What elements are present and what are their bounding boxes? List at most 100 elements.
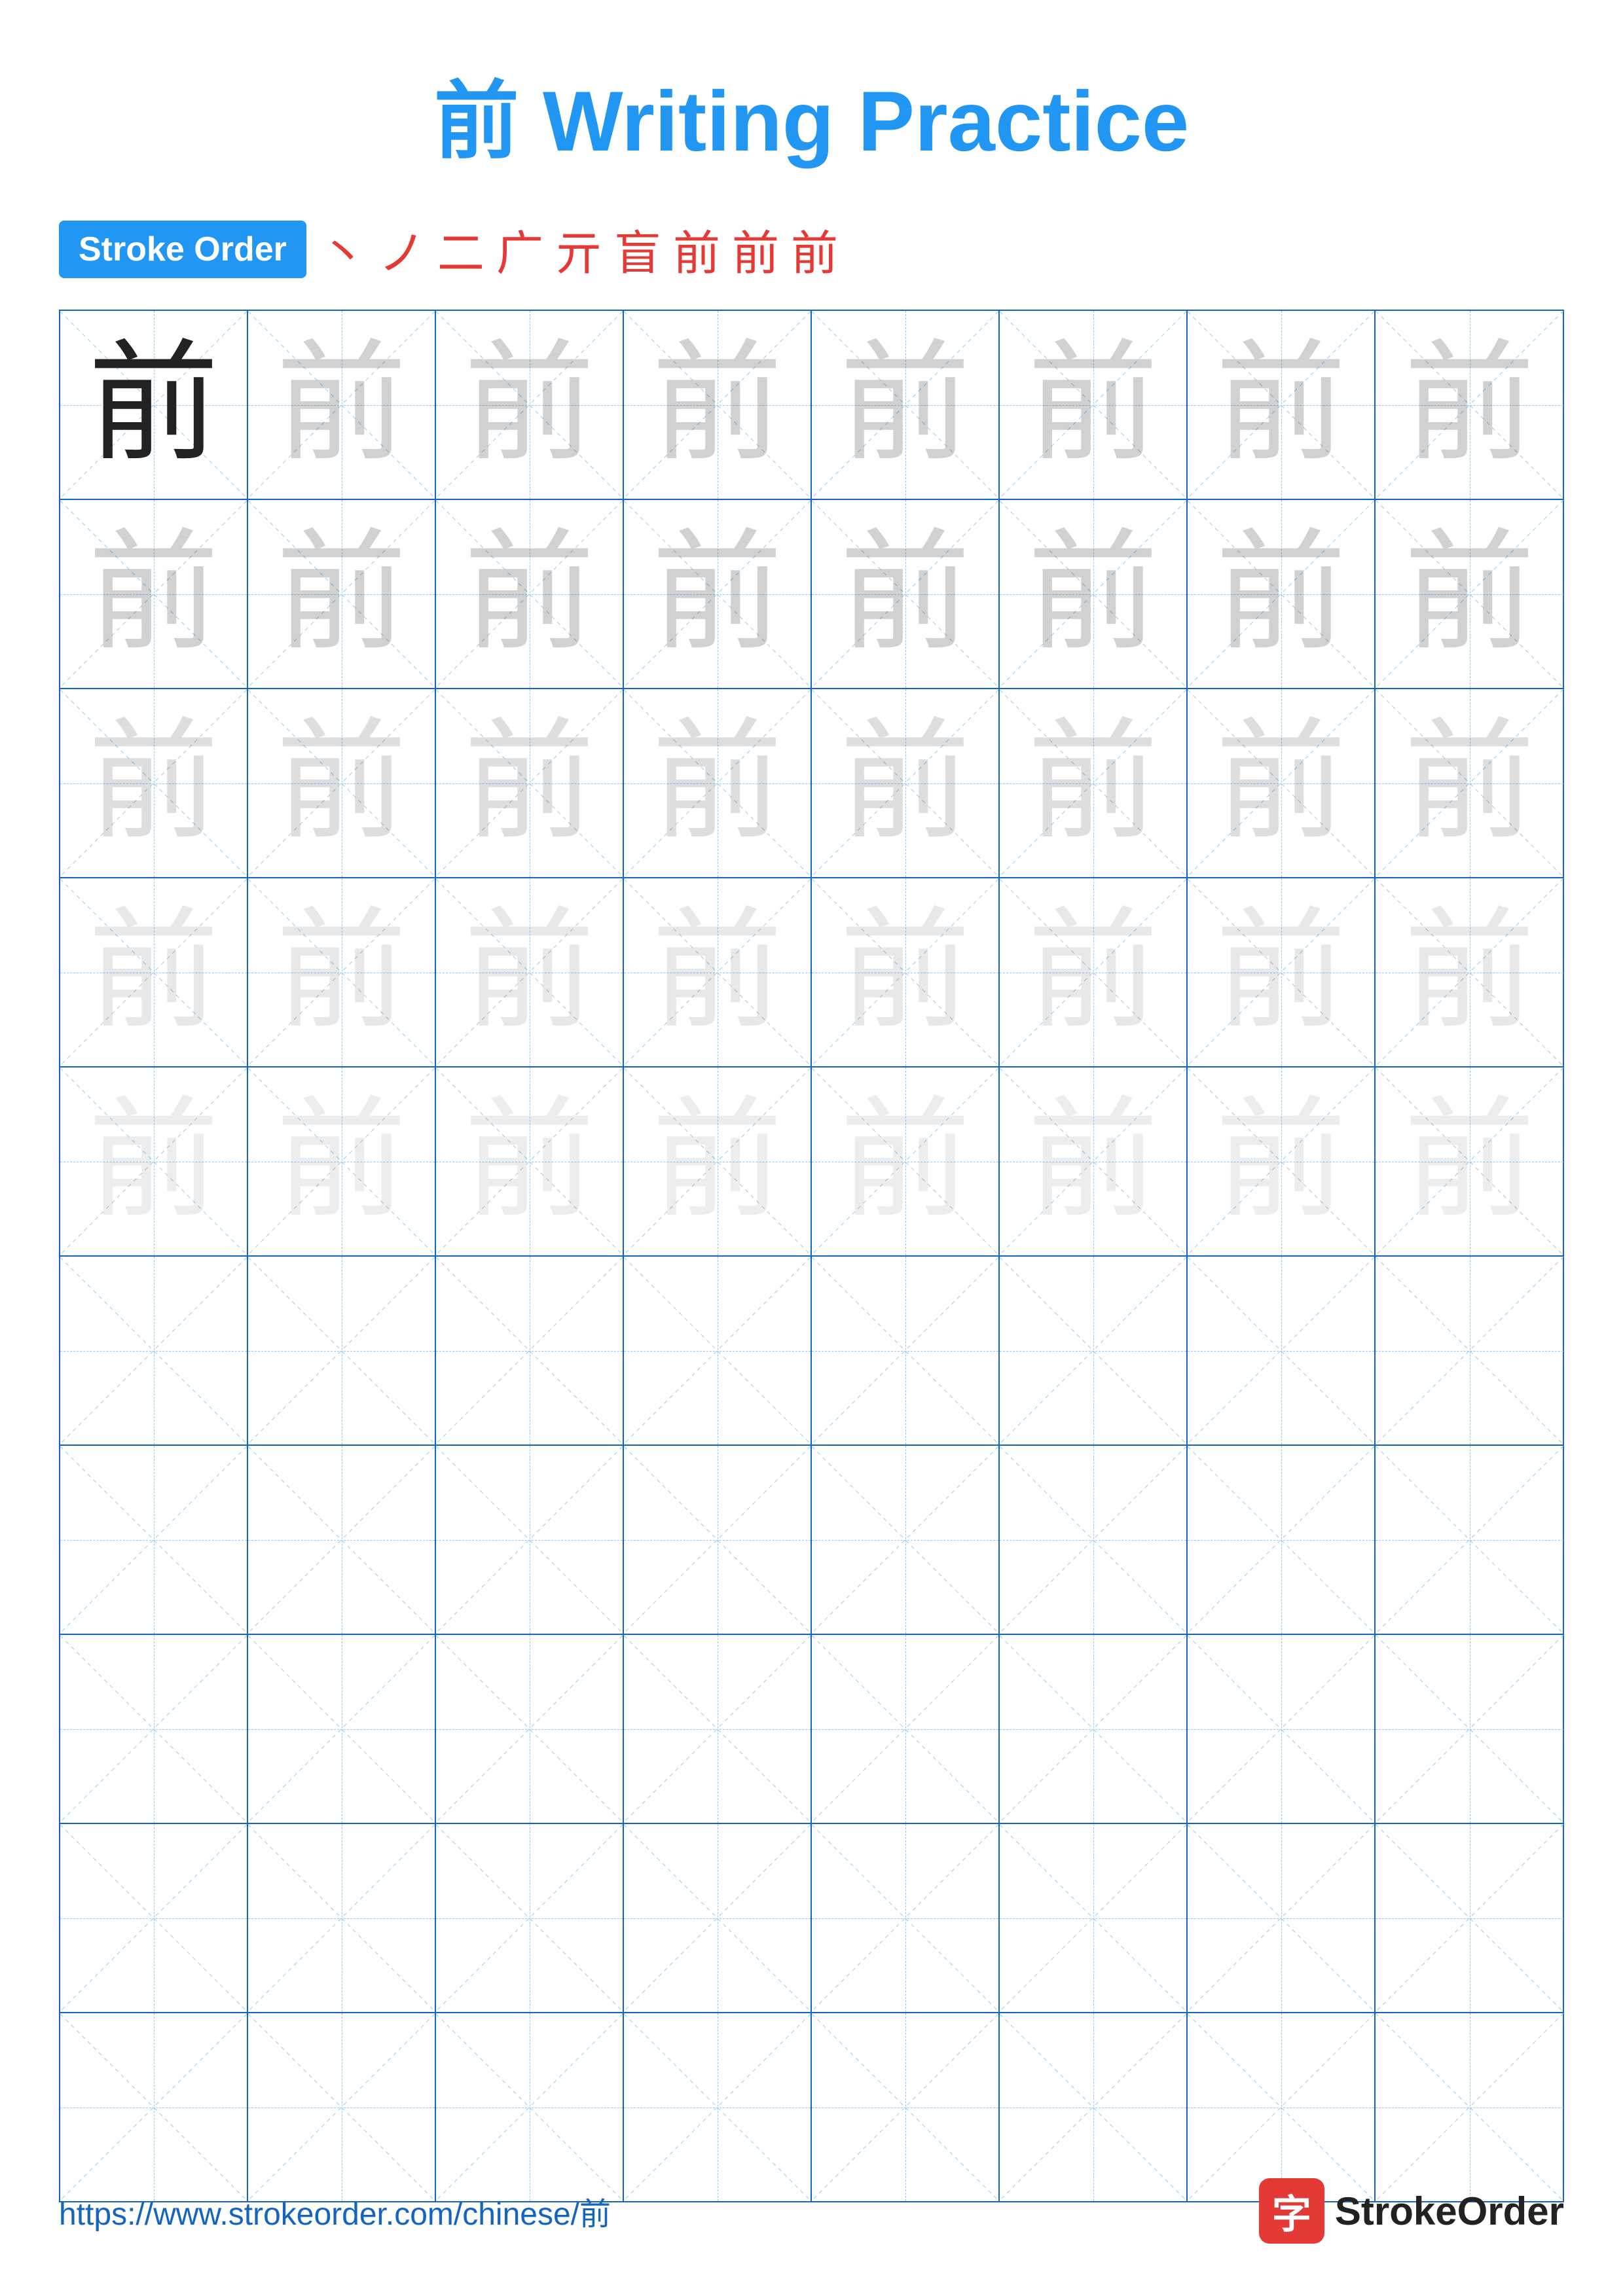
grid-cell[interactable]: [624, 1635, 812, 1823]
grid-cell[interactable]: [1000, 1635, 1188, 1823]
grid-cell[interactable]: 前: [1376, 1067, 1563, 1255]
grid-cell[interactable]: [812, 1446, 1000, 1634]
grid-cell[interactable]: 前: [812, 311, 1000, 499]
grid-cell[interactable]: 前: [436, 500, 624, 688]
grid-cell[interactable]: [624, 1257, 812, 1444]
grid-cell[interactable]: [1188, 1824, 1376, 2012]
grid-cell[interactable]: [248, 2013, 436, 2201]
grid-cell[interactable]: [1000, 1446, 1188, 1634]
grid-cell[interactable]: 前: [624, 689, 812, 877]
grid-row: [60, 2013, 1563, 2201]
grid-cell[interactable]: 前: [1376, 311, 1563, 499]
grid-cell[interactable]: 前: [436, 878, 624, 1066]
grid-cell[interactable]: [1000, 1257, 1188, 1444]
grid-cell[interactable]: 前: [248, 311, 436, 499]
grid-cell[interactable]: [1000, 2013, 1188, 2201]
grid-cell[interactable]: [1000, 1824, 1188, 2012]
grid-cell[interactable]: 前: [436, 311, 624, 499]
grid-row: 前 前 前 前 前 前 前 前: [60, 878, 1563, 1067]
grid-cell[interactable]: [812, 1824, 1000, 2012]
footer-logo: 字 StrokeOrder: [1259, 2178, 1564, 2244]
grid-cell[interactable]: [1188, 1257, 1376, 1444]
grid-cell[interactable]: 前: [624, 878, 812, 1066]
grid-cell[interactable]: 前: [812, 1067, 1000, 1255]
stroke-step-3: 二: [437, 215, 484, 283]
grid-cell[interactable]: 前: [436, 689, 624, 877]
grid-cell[interactable]: 前: [812, 500, 1000, 688]
grid-cell[interactable]: 前: [624, 311, 812, 499]
grid-cell[interactable]: [248, 1635, 436, 1823]
grid-row: 前 前 前 前 前 前 前 前: [60, 500, 1563, 689]
grid-row: 前 前 前 前 前 前 前 前: [60, 689, 1563, 878]
grid-cell[interactable]: 前: [248, 689, 436, 877]
grid-cell[interactable]: 前: [812, 689, 1000, 877]
grid-cell[interactable]: 前: [1000, 878, 1188, 1066]
grid-cell[interactable]: 前: [248, 500, 436, 688]
grid-cell[interactable]: 前: [624, 1067, 812, 1255]
grid-cell[interactable]: 前: [1188, 500, 1376, 688]
grid-cell[interactable]: 前: [1188, 689, 1376, 877]
stroke-step-5: 亓: [555, 215, 602, 283]
grid-cell[interactable]: 前: [1000, 500, 1188, 688]
grid-cell[interactable]: [812, 2013, 1000, 2201]
grid-cell[interactable]: [624, 1446, 812, 1634]
grid-cell[interactable]: [248, 1257, 436, 1444]
footer-url: https://www.strokeorder.com/chinese/前: [59, 2188, 611, 2234]
grid-cell[interactable]: 前: [1000, 1067, 1188, 1255]
grid-cell[interactable]: 前: [60, 1067, 248, 1255]
grid-cell[interactable]: [1376, 1635, 1563, 1823]
grid-cell[interactable]: [1188, 1446, 1376, 1634]
grid-cell[interactable]: [1188, 2013, 1376, 2201]
stroke-step-2: ノ: [378, 215, 426, 283]
grid-cell[interactable]: 前: [1188, 311, 1376, 499]
grid-cell[interactable]: 前: [1000, 311, 1188, 499]
stroke-step-7: 前: [673, 215, 720, 283]
grid-cell[interactable]: [60, 2013, 248, 2201]
grid-row: [60, 1446, 1563, 1635]
grid-cell[interactable]: [1188, 1635, 1376, 1823]
grid-cell[interactable]: [1376, 1257, 1563, 1444]
stroke-step-9: 前: [791, 215, 838, 283]
grid-cell[interactable]: 前: [248, 878, 436, 1066]
grid-cell[interactable]: [1376, 1824, 1563, 2012]
grid-cell[interactable]: 前: [812, 878, 1000, 1066]
grid-cell[interactable]: [436, 1824, 624, 2012]
logo-char: 字: [1272, 2183, 1311, 2240]
grid-cell[interactable]: 前: [1000, 689, 1188, 877]
grid-cell[interactable]: 前: [624, 500, 812, 688]
grid-cell[interactable]: [812, 1635, 1000, 1823]
grid-cell[interactable]: [624, 2013, 812, 2201]
grid-row: 前 前 前 前 前 前 前 前: [60, 1067, 1563, 1257]
grid-cell[interactable]: 前: [248, 1067, 436, 1255]
grid-cell[interactable]: [60, 1635, 248, 1823]
grid-cell[interactable]: [248, 1824, 436, 2012]
grid-cell[interactable]: [248, 1446, 436, 1634]
grid-cell[interactable]: 前: [1376, 689, 1563, 877]
grid-cell[interactable]: 前: [1188, 1067, 1376, 1255]
grid-cell[interactable]: 前: [60, 311, 248, 499]
grid-cell[interactable]: 前: [1376, 500, 1563, 688]
grid-cell[interactable]: 前: [60, 500, 248, 688]
grid-cell[interactable]: [436, 1257, 624, 1444]
title-chinese-char: 前: [434, 75, 519, 170]
stroke-step-4: 广: [496, 215, 543, 283]
grid-cell[interactable]: 前: [1188, 878, 1376, 1066]
grid-cell[interactable]: [436, 2013, 624, 2201]
grid-cell[interactable]: [624, 1824, 812, 2012]
writing-grid: 前 前 前 前 前 前 前 前: [59, 310, 1564, 2202]
grid-cell[interactable]: [1376, 1446, 1563, 1634]
stroke-step-8: 前: [732, 215, 779, 283]
grid-cell[interactable]: [60, 1257, 248, 1444]
stroke-sequence: 丶 ノ 二 广 亓 盲 前 前 前: [319, 215, 838, 283]
grid-cell[interactable]: 前: [60, 689, 248, 877]
grid-cell[interactable]: [60, 1446, 248, 1634]
grid-cell[interactable]: [436, 1446, 624, 1634]
grid-cell[interactable]: 前: [436, 1067, 624, 1255]
grid-cell[interactable]: [1376, 2013, 1563, 2201]
grid-cell[interactable]: 前: [60, 878, 248, 1066]
grid-cell[interactable]: [60, 1824, 248, 2012]
grid-row: [60, 1635, 1563, 1824]
grid-cell[interactable]: [436, 1635, 624, 1823]
grid-cell[interactable]: 前: [1376, 878, 1563, 1066]
grid-cell[interactable]: [812, 1257, 1000, 1444]
